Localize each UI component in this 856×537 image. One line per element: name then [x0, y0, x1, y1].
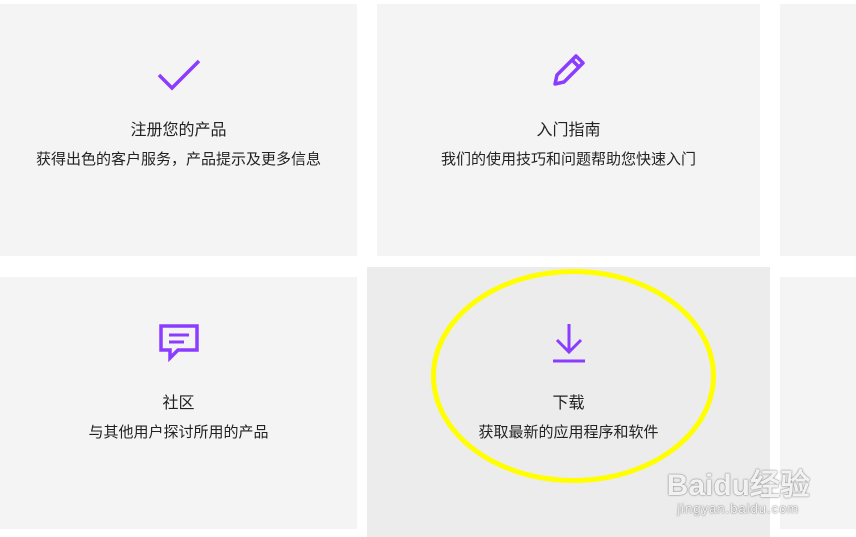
download-title: 下载 — [552, 393, 585, 412]
community-description: 与其他用户探讨所用的产品 — [88, 423, 269, 441]
partial-card-bottom[interactable] — [780, 277, 856, 529]
chat-bubble-icon — [155, 319, 203, 367]
getting-started-card[interactable]: 入门指南 我们的使用技巧和问题帮助您快速入门 — [377, 4, 760, 256]
support-page: 注册您的产品 获得出色的客户服务，产品提示及更多信息 入门指南 我们的使用技巧和… — [0, 0, 856, 537]
checkmark-icon — [155, 51, 203, 99]
register-product-description: 获得出色的客户服务，产品提示及更多信息 — [35, 150, 321, 168]
register-product-title: 注册您的产品 — [130, 120, 227, 139]
getting-started-title: 入门指南 — [536, 120, 601, 139]
download-card[interactable]: 下载 获取最新的应用程序和软件 — [367, 267, 770, 537]
download-icon — [545, 319, 593, 367]
register-product-card[interactable]: 注册您的产品 获得出色的客户服务，产品提示及更多信息 — [0, 4, 357, 256]
download-description: 获取最新的应用程序和软件 — [478, 423, 659, 441]
partial-card-top[interactable] — [780, 4, 856, 256]
pencil-icon — [545, 46, 593, 94]
community-title: 社区 — [162, 393, 195, 412]
community-card[interactable]: 社区 与其他用户探讨所用的产品 — [0, 277, 357, 529]
getting-started-description: 我们的使用技巧和问题帮助您快速入门 — [440, 150, 696, 168]
